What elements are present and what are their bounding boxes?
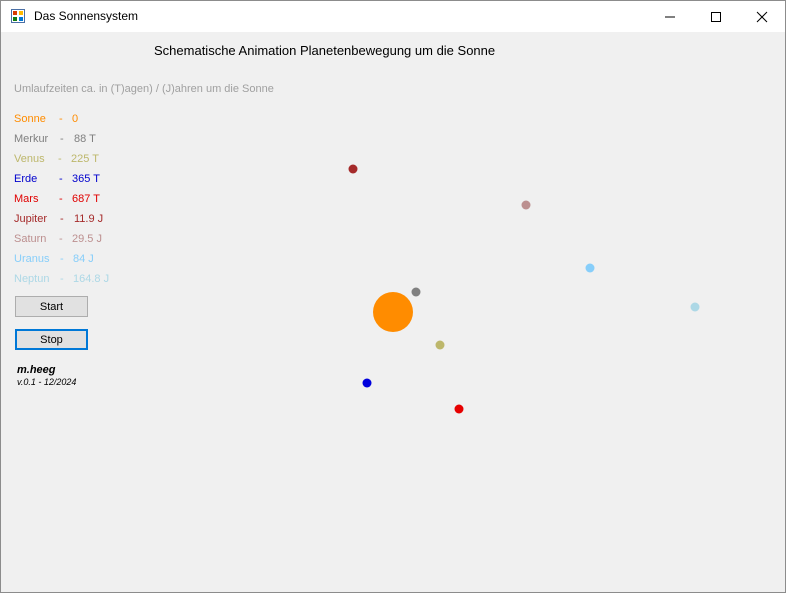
app-window: Das Sonnensystem Schematische Animation …: [0, 0, 786, 593]
sun: [373, 292, 413, 332]
animation-canvas: [348, 164, 700, 414]
earth-planet: [362, 378, 372, 388]
uranus-planet: [585, 263, 595, 273]
mercury-planet: [411, 287, 421, 297]
venus-planet: [435, 340, 445, 350]
jupiter-planet: [348, 164, 358, 174]
mars-planet: [454, 404, 464, 414]
neptune-planet: [690, 302, 700, 312]
saturn-planet: [521, 200, 531, 210]
